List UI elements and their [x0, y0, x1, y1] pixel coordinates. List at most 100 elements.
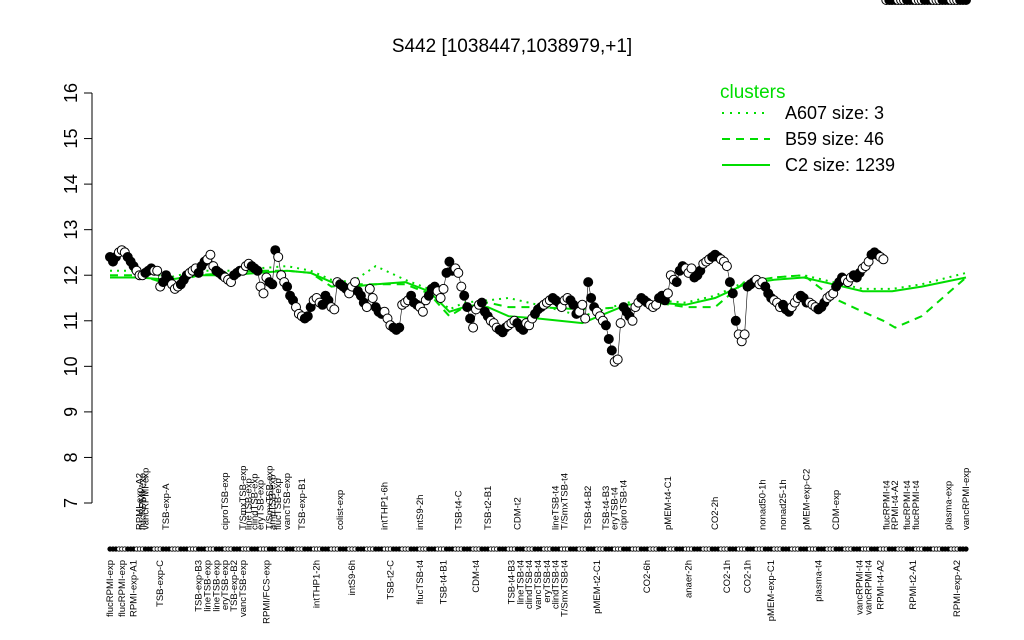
data-point: [205, 249, 216, 260]
data-point: [453, 267, 464, 278]
bottom-x-labels: flucRPMI-exp flucRPMI-exp RPMI-exp-A1 TSB-e…: [105, 560, 963, 624]
data-point: [600, 320, 611, 331]
bottom-x-label: RPMI/FCS-exp: [261, 560, 272, 624]
legend-entry-label: B59 size: 46: [785, 129, 884, 149]
top-x-label: TSB-exp-A: [161, 483, 172, 530]
bottom-x-label: plasma-t4: [813, 560, 824, 602]
data-point: [739, 329, 750, 340]
bottom-x-label: intS9-6h: [347, 560, 358, 595]
data-point: [394, 322, 405, 333]
top-x-label: nonad25-1h: [778, 479, 789, 530]
bottom-x-label: RPMI-exp-A2: [952, 560, 963, 617]
data-point: [417, 306, 428, 317]
data-point: [727, 288, 738, 299]
data-point: [603, 334, 614, 344]
data-point: [456, 281, 467, 292]
data-point: [961, 0, 971, 5]
top-x-label: TSB-t4-C: [453, 490, 464, 530]
top-x-label: TSB-t4-B2: [583, 486, 594, 530]
top-x-label: pMEM-exp-C2: [802, 469, 813, 530]
y-tick-label: 14: [61, 174, 81, 194]
data-point: [367, 293, 378, 303]
top-x-label: RPMI-t4-A2: [890, 480, 901, 530]
top-x-label: pMEM-t4-C1: [663, 476, 674, 530]
data-point: [438, 283, 449, 294]
top-x-label: vancRPMI-exp: [140, 468, 151, 530]
data-point: [252, 265, 263, 276]
top-x-label: intTHP1-6h: [380, 482, 391, 530]
data-point: [662, 288, 673, 299]
bottom-x-label: T/SmxTSB-t4: [560, 560, 571, 617]
top-x-label: colist-exp: [335, 490, 346, 530]
y-axis: 7 8 9 10 11 12 13 14 15 16: [61, 83, 93, 508]
rug-marker: [963, 546, 969, 552]
data-point: [586, 293, 597, 303]
legend: clusters A607 size: 3 B59 size: 46 C2 size…: [720, 82, 895, 175]
data-point: [361, 302, 372, 313]
legend-entry-label: A607 size: 3: [785, 103, 884, 123]
top-x-label: flucRPMI-t4: [911, 480, 922, 530]
data-point: [329, 304, 340, 315]
data-point: [627, 315, 638, 326]
top-x-label: ciproTSB-exp: [220, 472, 231, 530]
bottom-x-label: CDM-t4: [471, 560, 482, 593]
bottom-x-label: CO2-1h: [722, 560, 733, 593]
bottom-x-label: pMEM-t2-C1: [592, 560, 603, 614]
y-tick-label: 11: [61, 311, 81, 330]
top-x-label: T/SmxTSB-t4: [560, 473, 571, 530]
y-tick-label: 10: [61, 356, 81, 376]
bottom-x-label: CO2-6h: [642, 560, 653, 593]
data-point: [462, 302, 473, 313]
data-point: [583, 277, 594, 288]
data-point: [476, 297, 487, 308]
data-point: [364, 283, 375, 294]
data-point: [721, 261, 732, 272]
data-point: [459, 290, 470, 301]
top-x-label: TSB-t2-B1: [483, 486, 494, 530]
top-x-label: CDM-t2: [512, 497, 523, 530]
data-point: [577, 299, 588, 310]
data-point: [724, 277, 735, 288]
data-point: [152, 265, 163, 276]
top-x-label: ciproTSB-t4: [619, 480, 630, 530]
bottom-x-label: RPMI-t4-A2: [875, 560, 886, 610]
top-x-label: CO2-2h: [710, 497, 721, 530]
bottom-x-label: pMEM-exp-C1: [766, 560, 777, 621]
y-tick-label: 15: [61, 129, 81, 149]
data-point: [273, 252, 284, 262]
data-point: [730, 315, 741, 326]
bottom-x-label: flucRPMI-exp: [105, 560, 116, 617]
data-point: [258, 288, 269, 299]
y-tick-label: 16: [61, 83, 81, 103]
bottom-x-label: vancRPMI-t4: [864, 560, 875, 615]
bottom-x-label: TSB-t2-C: [385, 560, 396, 600]
bottom-x-label: flucRPMI-exp: [117, 560, 128, 617]
data-point: [612, 354, 623, 365]
y-tick-label: 8: [61, 452, 81, 462]
data-point: [615, 318, 626, 329]
top-x-label: intS9-2h: [415, 495, 426, 530]
y-tick-label: 9: [61, 407, 81, 417]
data-point: [878, 254, 889, 265]
data-point: [580, 313, 591, 324]
points-connector-line: [109, 249, 884, 363]
cluster-expression-chart: S442 [1038447,1038979,+1] 7 8 9 10 11 12 13 14 1…: [61, 0, 972, 624]
data-point: [282, 281, 293, 292]
legend-entry-label: C2 size: 1239: [785, 155, 895, 175]
bottom-x-label: RPMI-t2-A1: [908, 560, 919, 610]
bottom-x-label: RPMI-exp-A1: [129, 560, 140, 617]
top-x-label: vancRPMI-exp: [961, 468, 972, 530]
top-x-label: plasma-exp: [943, 481, 954, 530]
top-x-label: TSB-exp-B1: [297, 478, 308, 530]
y-tick-label: 7: [61, 498, 81, 508]
rug-layer: [107, 546, 969, 552]
bottom-x-label: TSB-t4-B1: [439, 560, 450, 604]
data-point: [435, 293, 446, 303]
bottom-x-label: intTHP1-2h: [312, 560, 323, 608]
top-x-label: nonad50-1h: [757, 479, 768, 530]
data-point: [671, 277, 682, 288]
chart-title: S442 [1038447,1038979,+1]: [392, 36, 632, 57]
top-x-label: CDM-exp: [831, 490, 842, 530]
y-tick-label: 13: [61, 220, 81, 240]
y-tick-label: 12: [61, 265, 81, 285]
